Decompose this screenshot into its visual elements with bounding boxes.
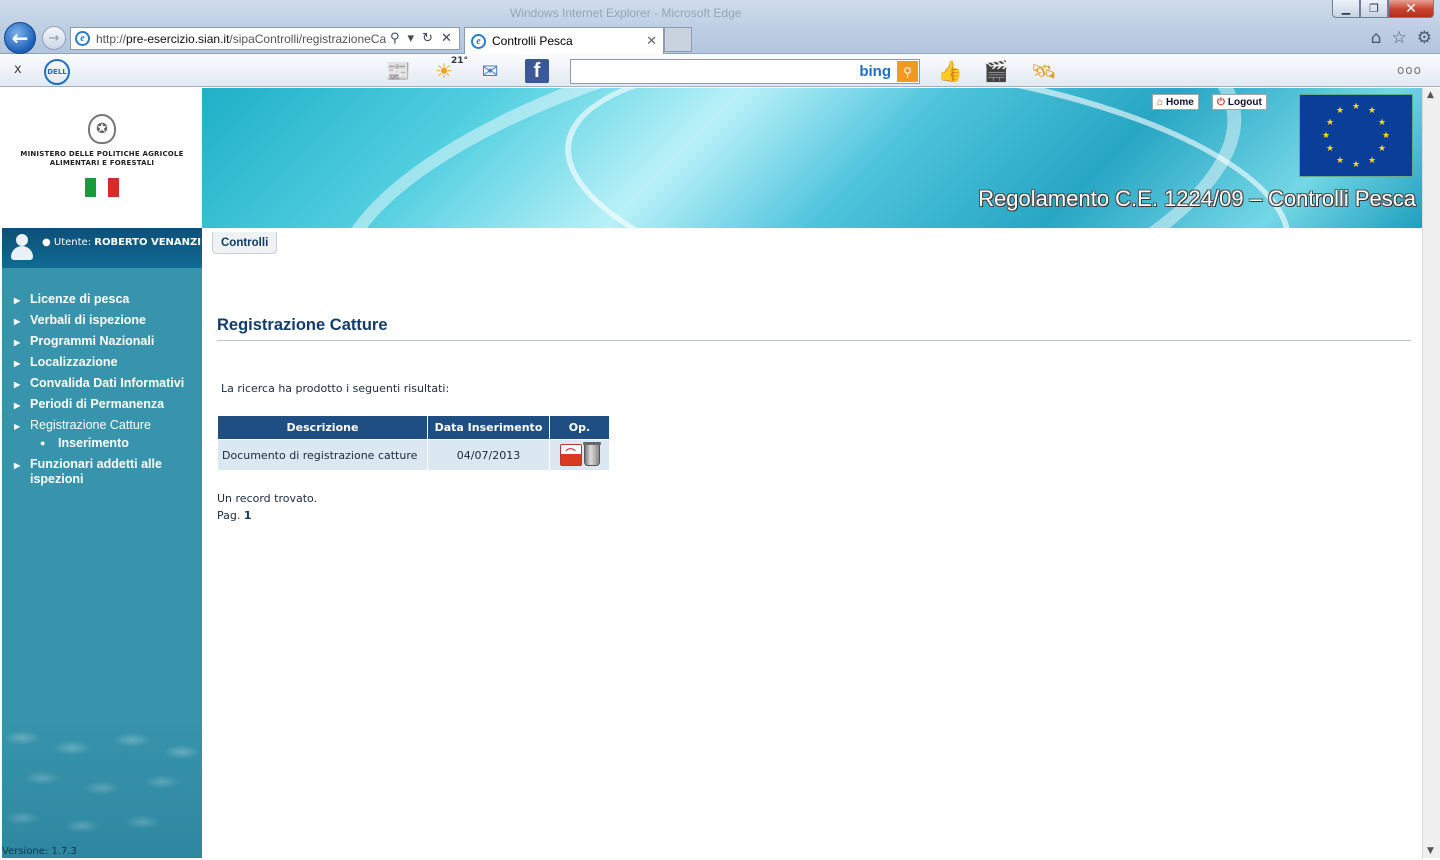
home-icon[interactable]: ⌂ bbox=[1371, 28, 1382, 48]
dropdown-icon[interactable]: ▾ bbox=[408, 31, 415, 46]
web-page: ✪ MINISTERO DELLE POLITICHE AGRICOLE ALI… bbox=[2, 88, 1422, 858]
page-number-link[interactable]: 1 bbox=[244, 509, 252, 522]
dell-logo[interactable]: DELL bbox=[44, 59, 70, 85]
mail-icon[interactable]: ✉ bbox=[476, 58, 504, 84]
sidebar-item-programmi[interactable]: Programmi Nazionali bbox=[14, 334, 194, 350]
sidebar-item-registrazione[interactable]: Registrazione Catture Inserimento bbox=[14, 418, 194, 451]
ministry-logo: ✪ MINISTERO DELLE POLITICHE AGRICOLE ALI… bbox=[2, 88, 202, 228]
version-label: Versione: 1.7.3 bbox=[2, 846, 77, 857]
vertical-scrollbar[interactable]: ▲ ▼ bbox=[1422, 88, 1440, 858]
pagination: Pag. 1 bbox=[217, 509, 252, 522]
sidebar-item-convalida[interactable]: Convalida Dati Informativi bbox=[14, 376, 194, 392]
ministry-name: MINISTERO DELLE POLITICHE AGRICOLE ALIME… bbox=[20, 150, 184, 167]
scroll-down-icon[interactable]: ▼ bbox=[1427, 846, 1434, 856]
records-found: Un record trovato. bbox=[217, 492, 318, 505]
tab-close-icon[interactable]: ✕ bbox=[646, 33, 657, 49]
browser-titlebar: Windows Internet Explorer - Microsoft Ed… bbox=[0, 0, 1440, 54]
bing-logo: bing bbox=[859, 63, 891, 80]
toolbar-close-button[interactable]: x bbox=[14, 62, 22, 77]
stop-icon[interactable]: ✕ bbox=[441, 31, 452, 46]
browser-tab[interactable]: e Controlli Pesca ✕ bbox=[464, 27, 664, 54]
sidebar: ● Utente: ROBERTO VENANZI Licenze di pes… bbox=[2, 228, 202, 858]
user-name: ROBERTO VENANZI bbox=[94, 237, 202, 248]
pdf-icon[interactable]: ⌒ bbox=[559, 444, 582, 466]
sidebar-subitem-inserimento[interactable]: Inserimento bbox=[30, 436, 194, 451]
results-table: Descrizione Data Inserimento Op. Documen… bbox=[217, 415, 610, 471]
search-icon[interactable]: ⚲ bbox=[390, 31, 400, 46]
refresh-icon[interactable]: ↻ bbox=[422, 31, 433, 46]
sidebar-item-licenze[interactable]: Licenze di pesca bbox=[14, 292, 194, 308]
cell-operations: ⌒ bbox=[549, 439, 610, 471]
sidebar-menu: Licenze di pesca Verbali di ispezione Pr… bbox=[14, 292, 194, 493]
home-link-icon: ⌂ bbox=[1157, 96, 1164, 108]
toolbar-more-icon[interactable]: ooo bbox=[1397, 63, 1422, 77]
news-icon[interactable]: 📰 bbox=[384, 58, 412, 84]
window-controls: ▁ ❐ ✕ bbox=[1332, 0, 1434, 18]
settings-icon[interactable]: ⚙ bbox=[1417, 28, 1432, 48]
user-info: ● Utente: ROBERTO VENANZI bbox=[2, 228, 202, 268]
weather-temperature: 21° bbox=[451, 56, 469, 66]
wave-decoration bbox=[2, 718, 202, 858]
new-tab-button[interactable] bbox=[664, 27, 692, 52]
sidebar-item-periodi[interactable]: Periodi di Permanenza bbox=[14, 397, 194, 413]
url-text[interactable]: http://pre-esercizio.sian.it/sipaControl… bbox=[96, 32, 386, 46]
header-banner: ⌂ Home ⏻ Logout ★ ★ ★ ★ ★ ★ ★ ★ ★ ★ ★ ★ … bbox=[202, 88, 1422, 228]
back-icon[interactable]: ← bbox=[4, 22, 36, 54]
favorites-icon[interactable]: ☆ bbox=[1392, 28, 1407, 48]
table-header-row: Descrizione Data Inserimento Op. bbox=[217, 415, 610, 440]
sidebar-item-localizzazione[interactable]: Localizzazione bbox=[14, 355, 194, 371]
sidebar-item-registrazione-label: Registrazione Catture bbox=[30, 418, 151, 432]
toolbar-search-input[interactable]: bing ⚲ bbox=[570, 59, 920, 84]
tab-ie-icon: e bbox=[471, 33, 486, 49]
satellite-icon[interactable]: 🛰 bbox=[1030, 58, 1058, 84]
main-content: Controlli Registrazione Catture La ricer… bbox=[202, 228, 1422, 858]
address-bar[interactable]: e http://pre-esercizio.sian.it/sipaContr… bbox=[70, 27, 460, 50]
trash-icon[interactable] bbox=[582, 442, 601, 466]
tab-controlli[interactable]: Controlli bbox=[212, 232, 278, 254]
like-icon[interactable]: 👍 bbox=[936, 58, 964, 84]
search-button-icon[interactable]: ⚲ bbox=[897, 61, 918, 82]
title-divider bbox=[217, 340, 1411, 341]
registrazione-submenu: Inserimento bbox=[30, 436, 194, 451]
minimize-button[interactable]: ▁ bbox=[1332, 0, 1360, 18]
scroll-up-icon[interactable]: ▲ bbox=[1427, 90, 1434, 100]
page-title: Registrazione Catture bbox=[217, 316, 388, 334]
ie-icon: e bbox=[75, 31, 90, 46]
banner-title: Regolamento C.E. 1224/09 – Controlli Pes… bbox=[978, 186, 1416, 211]
maximize-button[interactable]: ❐ bbox=[1360, 0, 1388, 18]
user-avatar-icon bbox=[11, 234, 33, 260]
video-icon[interactable]: 🎬 bbox=[982, 58, 1010, 84]
eu-flag-icon: ★ ★ ★ ★ ★ ★ ★ ★ ★ ★ ★ ★ bbox=[1299, 94, 1413, 177]
italian-flag-icon bbox=[85, 178, 119, 197]
facebook-icon[interactable]: f bbox=[525, 59, 549, 83]
italian-emblem-icon: ✪ bbox=[88, 114, 116, 144]
power-icon: ⏻ bbox=[1217, 96, 1225, 108]
close-window-button[interactable]: ✕ bbox=[1388, 0, 1434, 18]
logout-button[interactable]: ⏻ Logout bbox=[1212, 94, 1267, 110]
tab-label: Controlli Pesca bbox=[492, 34, 573, 48]
browser-toolbar: x DELL 📰 ☀ 21° ✉ f bing ⚲ 👍 🎬 🛰 ooo bbox=[0, 54, 1440, 87]
column-header-descrizione: Descrizione bbox=[217, 415, 428, 440]
user-label: Utente: bbox=[53, 237, 92, 248]
column-header-op: Op. bbox=[549, 415, 610, 440]
sidebar-item-verbali[interactable]: Verbali di ispezione bbox=[14, 313, 194, 329]
sidebar-item-funzionari[interactable]: Funzionari addetti alle ispezioni bbox=[14, 457, 194, 487]
cell-data: 04/07/2013 bbox=[427, 439, 550, 471]
column-header-data: Data Inserimento bbox=[427, 415, 550, 440]
cell-descrizione: Documento di registrazione catture bbox=[217, 439, 428, 471]
forward-icon[interactable]: → bbox=[42, 26, 66, 50]
result-message: La ricerca ha prodotto i seguenti risult… bbox=[221, 382, 450, 395]
home-button[interactable]: ⌂ Home bbox=[1152, 94, 1199, 110]
table-row: Documento di registrazione catture 04/07… bbox=[217, 439, 610, 471]
window-title: Windows Internet Explorer - Microsoft Ed… bbox=[510, 6, 742, 20]
page-label: Pag. bbox=[217, 509, 241, 522]
